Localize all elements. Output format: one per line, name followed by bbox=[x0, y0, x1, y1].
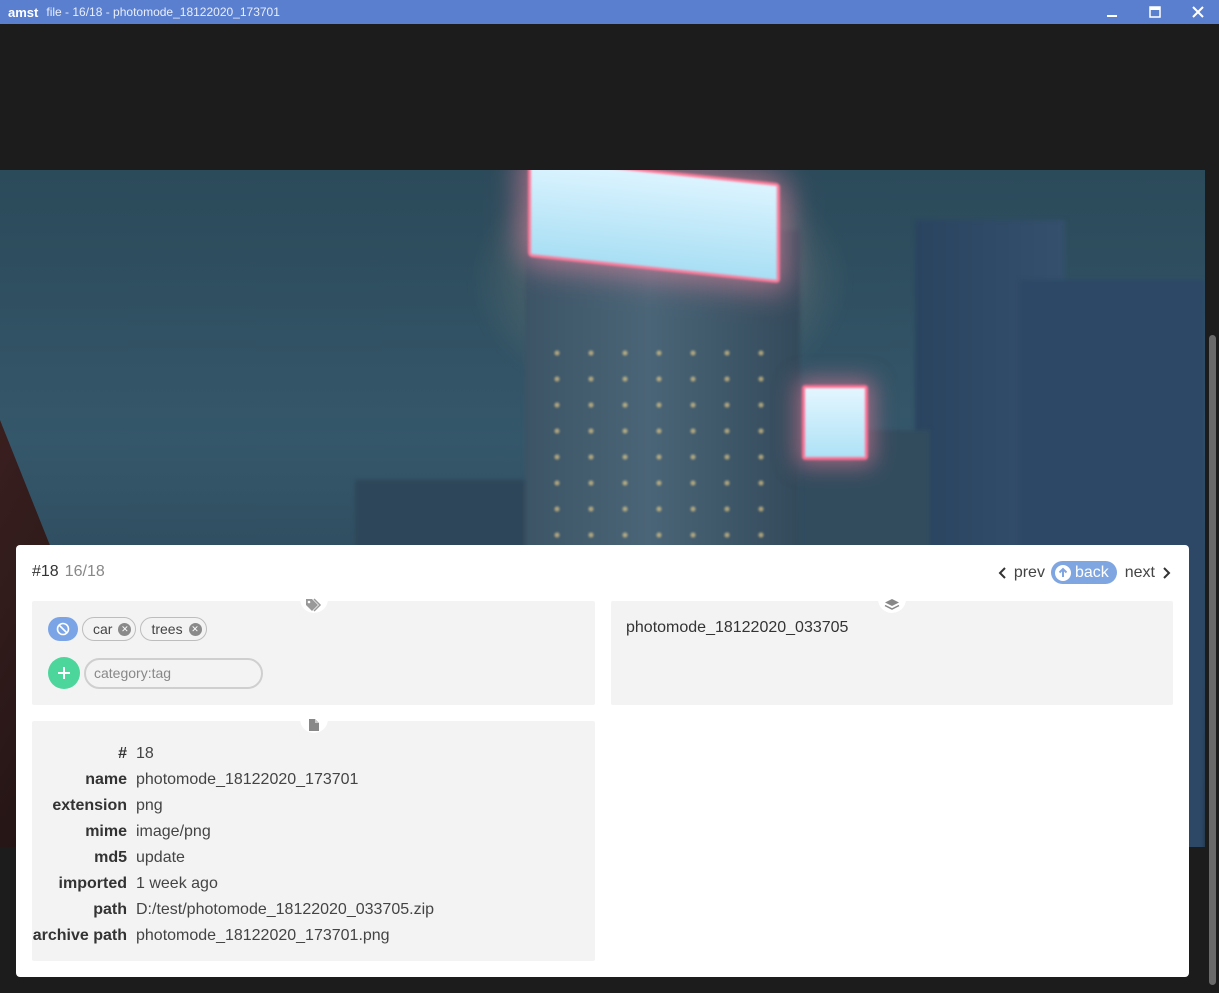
close-button[interactable] bbox=[1176, 0, 1219, 24]
next-button[interactable]: next bbox=[1125, 564, 1173, 582]
title-bar: amst file - 16/18 - photomode_18122020_1… bbox=[0, 0, 1219, 24]
file-position: 16/18 bbox=[64, 563, 105, 580]
remove-tag-icon[interactable]: ✕ bbox=[118, 622, 132, 636]
file-header: #18 16/18 bbox=[32, 563, 105, 581]
meta-row-md5: md5 update bbox=[32, 845, 595, 871]
exclude-tags-button[interactable] bbox=[48, 617, 78, 641]
meta-key: # bbox=[118, 745, 127, 762]
block-icon bbox=[56, 622, 70, 636]
meta-value: image/png bbox=[136, 823, 211, 840]
meta-value: png bbox=[136, 797, 163, 814]
prev-button[interactable]: prev bbox=[996, 564, 1045, 582]
tag-list: car ✕ trees ✕ bbox=[48, 617, 211, 641]
maximize-icon bbox=[1148, 6, 1161, 18]
chevron-right-icon bbox=[1163, 566, 1171, 579]
plus-icon bbox=[58, 667, 70, 679]
meta-row-extension: extension png bbox=[32, 793, 595, 819]
archive-name[interactable]: photomode_18122020_033705 bbox=[626, 619, 848, 637]
tag-label: trees bbox=[151, 621, 183, 637]
meta-key: md5 bbox=[94, 849, 127, 866]
tag-chip[interactable]: car ✕ bbox=[82, 617, 137, 641]
back-button[interactable]: back bbox=[1050, 561, 1117, 584]
metadata-list: # 18 name photomode_18122020_173701 exte… bbox=[32, 741, 595, 949]
meta-key: archive path bbox=[32, 927, 127, 944]
meta-row-path: path D:/test/photomode_18122020_033705.z… bbox=[32, 897, 595, 923]
meta-key: mime bbox=[85, 823, 127, 840]
window-controls bbox=[1090, 0, 1219, 24]
meta-key: imported bbox=[58, 875, 127, 892]
meta-row-imported: imported 1 week ago bbox=[32, 871, 595, 897]
meta-value: photomode_18122020_173701 bbox=[136, 771, 359, 788]
arrow-up-circle-icon bbox=[1054, 564, 1071, 581]
file-navigation: prev back next bbox=[996, 561, 1173, 584]
meta-key: path bbox=[93, 901, 127, 918]
app-name: amst bbox=[8, 4, 39, 20]
meta-value: 1 week ago bbox=[136, 875, 218, 892]
file-info-card: #18 16/18 prev back next car ✕ trees ✕ c… bbox=[16, 545, 1189, 977]
meta-value: D:/test/photomode_18122020_033705.zip bbox=[136, 901, 435, 918]
minimize-icon bbox=[1106, 15, 1117, 17]
add-tag-row bbox=[48, 657, 263, 689]
tags-panel: car ✕ trees ✕ bbox=[32, 597, 595, 705]
file-id: #18 bbox=[32, 563, 59, 580]
file-icon bbox=[300, 717, 328, 733]
add-tag-button[interactable] bbox=[48, 657, 80, 689]
close-icon bbox=[1191, 6, 1204, 18]
chevron-left-icon bbox=[998, 566, 1006, 579]
prev-label: prev bbox=[1013, 563, 1045, 581]
layers-icon bbox=[878, 597, 906, 613]
meta-row-mime: mime image/png bbox=[32, 819, 595, 845]
remove-tag-icon[interactable]: ✕ bbox=[188, 622, 202, 636]
meta-row-archive-path: archive path photomode_18122020_173701.p… bbox=[32, 923, 595, 949]
meta-row-id: # 18 bbox=[32, 741, 595, 767]
meta-key: extension bbox=[52, 797, 127, 814]
minimize-button[interactable] bbox=[1090, 0, 1133, 24]
meta-value: photomode_18122020_173701.png bbox=[136, 927, 390, 944]
back-label: back bbox=[1074, 563, 1109, 581]
meta-row-name: name photomode_18122020_173701 bbox=[32, 767, 595, 793]
md5-update-link[interactable]: update bbox=[136, 849, 185, 867]
meta-key: name bbox=[85, 771, 127, 788]
next-label: next bbox=[1124, 563, 1155, 581]
tag-chip[interactable]: trees ✕ bbox=[140, 617, 207, 641]
tag-input[interactable] bbox=[84, 657, 263, 689]
metadata-panel: # 18 name photomode_18122020_173701 exte… bbox=[32, 717, 595, 961]
tags-icon bbox=[300, 597, 328, 613]
archive-panel: photomode_18122020_033705 bbox=[611, 597, 1173, 705]
window-title: file - 16/18 - photomode_18122020_173701 bbox=[46, 5, 280, 19]
meta-value: 18 bbox=[136, 745, 154, 762]
scrollbar-thumb[interactable] bbox=[1209, 335, 1216, 985]
maximize-button[interactable] bbox=[1133, 0, 1176, 24]
tag-label: car bbox=[93, 621, 113, 637]
